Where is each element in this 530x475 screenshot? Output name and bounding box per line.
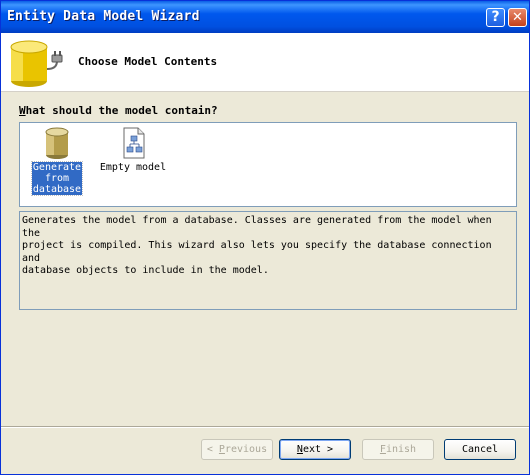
finish-button[interactable]: Finish [362,439,434,460]
close-button[interactable]: ✕ [508,8,527,27]
option-generate-from-database[interactable]: Generate from database [30,126,84,196]
window-title: Entity Data Model Wizard [7,9,200,24]
footer-divider [1,426,529,428]
option-generate-label: Generate from database [30,161,84,196]
empty-model-icon [123,127,145,159]
previous-button[interactable]: < Previous [201,439,273,460]
model-contents-question: What should the model contain? [19,104,218,117]
cancel-button[interactable]: Cancel [444,439,516,460]
title-bar[interactable]: Entity Data Model Wizard ? ✕ [1,1,529,33]
help-button[interactable]: ? [486,8,505,27]
header-band: Choose Model Contents [1,33,529,92]
question-mnemonic: W [19,104,26,117]
database-icon [45,127,69,159]
wizard-window: Entity Data Model Wizard ? ✕ Choose Mode… [0,0,530,475]
database-plug-icon [10,40,63,87]
model-options-list[interactable]: Generate from database Empty model [19,122,517,207]
question-text: hat should the model contain? [25,104,218,117]
next-button[interactable]: Next > [279,439,351,460]
option-empty-model[interactable]: Empty model [98,126,168,173]
option-description: Generates the model from a database. Cla… [19,211,517,310]
option-empty-label: Empty model [99,162,167,173]
page-title: Choose Model Contents [78,55,218,68]
